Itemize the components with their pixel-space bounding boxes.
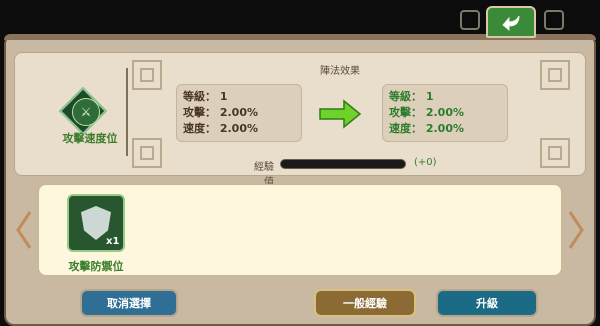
chevron-left-icon[interactable] [16,210,32,250]
cancel-selection-button[interactable]: 取消選擇 [80,289,178,317]
upgrade-button[interactable]: 升級 [436,289,538,317]
upgrade-arrow-icon [319,99,362,129]
effect-title: 陣法效果 [320,66,360,77]
current-attack: 攻擊： 2.00% [183,106,258,119]
next-level: 等級： 1 [389,90,434,103]
current-speed: 速度： 2.00% [183,122,258,135]
chevron-right-icon[interactable] [568,210,584,250]
next-speed: 速度： 2.00% [389,122,464,135]
next-stats: 等級： 1 攻擊： 2.00% 速度： 2.00% [382,84,508,142]
current-level: 等級： 1 [183,90,228,103]
shield-swords-icon [81,206,111,240]
fret-decor [132,138,162,168]
divider [126,68,128,156]
sword-emblem-icon: ⚔ [72,98,100,126]
material-name: 攻擊防禦位 [68,260,124,273]
next-attack: 攻擊： 2.00% [389,106,464,119]
return-arrow-icon [502,15,520,31]
upgrade-dialog: 陣法效果 ⚔ 攻擊速度位 等級： 1 攻擊： 2.00% 速度： 2.00% 等… [0,0,600,326]
normal-xp-button[interactable]: 一般經驗 [314,289,416,317]
fret-decor [540,138,570,168]
ornament-right [544,10,564,30]
material-count: x1 [106,236,120,247]
xp-gain: (+0) [414,157,437,168]
current-stats: 等級： 1 攻擊： 2.00% 速度： 2.00% [176,84,302,142]
return-button[interactable] [486,6,536,38]
formation-name: 攻擊速度位 [62,132,118,145]
ornament-left [460,10,480,30]
fret-decor [132,60,162,90]
xp-bar [280,159,406,169]
fret-decor [540,60,570,90]
